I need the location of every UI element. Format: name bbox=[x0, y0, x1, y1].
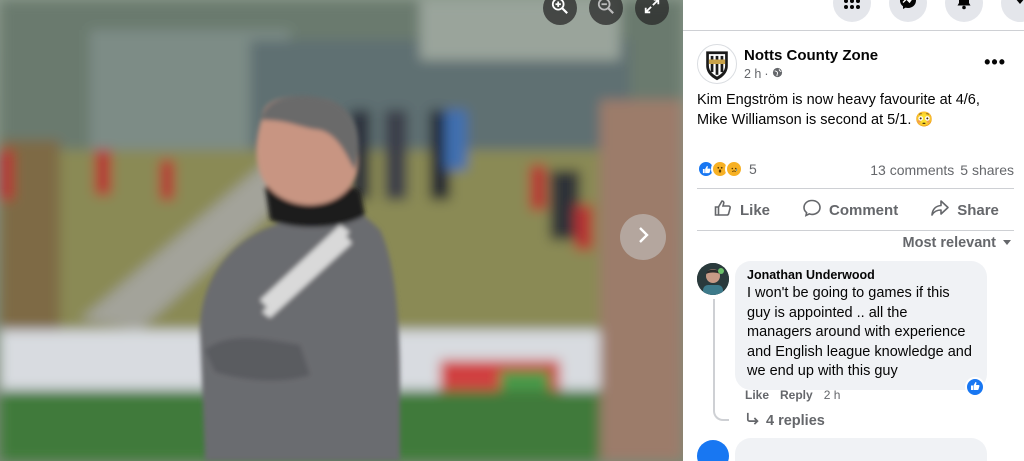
meta-separator: · bbox=[764, 67, 769, 81]
page-name[interactable]: Notts County Zone bbox=[744, 47, 878, 64]
comment-actions: Like Reply 2 h bbox=[745, 388, 840, 402]
post-meta: 2 h · bbox=[744, 67, 783, 81]
sort-label: Most relevant bbox=[902, 235, 996, 251]
share-button[interactable]: Share bbox=[914, 196, 1015, 224]
share-arrow-icon bbox=[930, 198, 950, 222]
comment-label: Comment bbox=[829, 201, 899, 219]
comment-text: I won't be going to games if this guy is… bbox=[747, 285, 972, 379]
like-reaction-icon bbox=[970, 378, 980, 396]
account-button[interactable] bbox=[1001, 0, 1024, 22]
reaction-count[interactable]: 5 bbox=[749, 161, 757, 177]
next-photo-button[interactable] bbox=[620, 214, 666, 260]
notifications-icon bbox=[955, 0, 973, 15]
comment-like-badge[interactable] bbox=[965, 377, 985, 397]
post-time[interactable]: 2 h bbox=[744, 67, 761, 81]
comment-time[interactable]: 2 h bbox=[824, 388, 841, 402]
stats-divider bbox=[697, 188, 1014, 189]
commenter-avatar[interactable] bbox=[697, 263, 729, 295]
shares-count[interactable]: 5 shares bbox=[960, 162, 1014, 178]
post-actions: Like Comment Share bbox=[697, 196, 1014, 224]
like-label: Like bbox=[740, 201, 771, 219]
share-label: Share bbox=[957, 201, 999, 219]
like-button[interactable]: Like bbox=[697, 196, 786, 224]
top-navigation bbox=[833, 0, 1024, 22]
account-caret-icon bbox=[1011, 0, 1024, 15]
chevron-right-icon bbox=[633, 225, 653, 250]
reply-arrow-icon bbox=[745, 411, 760, 430]
post-options-button[interactable]: ••• bbox=[984, 52, 1006, 73]
commenter-avatar[interactable] bbox=[697, 440, 729, 461]
fullscreen-icon bbox=[643, 0, 661, 20]
comment-like-link[interactable]: Like bbox=[745, 388, 769, 402]
comment-bubble: Jonathan Underwood I won't be going to g… bbox=[735, 261, 987, 390]
menu-grid-icon bbox=[843, 0, 861, 15]
comment-button[interactable]: Comment bbox=[786, 196, 914, 224]
actions-divider bbox=[697, 230, 1014, 231]
comment-sort-dropdown[interactable]: Most relevant bbox=[903, 235, 1012, 251]
comment-reply-link[interactable]: Reply bbox=[780, 388, 813, 402]
post-photo bbox=[0, 0, 683, 461]
post-stats: 5 13 comments 5 shares bbox=[697, 160, 1014, 182]
reply-thread-line bbox=[713, 299, 729, 421]
zoom-out-icon bbox=[597, 0, 615, 20]
replies-count: 4 replies bbox=[766, 412, 825, 429]
comment-author[interactable]: Jonathan Underwood bbox=[747, 268, 975, 282]
notifications-button[interactable] bbox=[945, 0, 983, 22]
page-avatar[interactable] bbox=[697, 44, 737, 84]
post-header: Notts County Zone 2 h · ••• bbox=[697, 44, 1012, 88]
view-replies-link[interactable]: 4 replies bbox=[745, 411, 825, 430]
caret-down-icon bbox=[1002, 235, 1012, 251]
reactions-summary[interactable]: 5 bbox=[697, 160, 757, 178]
more-options-icon: ••• bbox=[984, 52, 1006, 72]
messenger-button[interactable] bbox=[889, 0, 927, 22]
post-text: Kim Engström is now heavy favourite at 4… bbox=[697, 92, 980, 128]
post-panel: Notts County Zone 2 h · ••• Kim Engström… bbox=[683, 0, 1024, 461]
comments-count[interactable]: 13 comments bbox=[870, 162, 954, 178]
comment-bubble bbox=[735, 438, 987, 461]
thumbs-up-icon bbox=[713, 198, 733, 222]
menu-button[interactable] bbox=[833, 0, 871, 22]
header-divider bbox=[683, 30, 1024, 31]
messenger-icon bbox=[899, 0, 917, 15]
comment-bubble-icon bbox=[802, 198, 822, 222]
photo-viewer bbox=[0, 0, 683, 461]
zoom-in-icon bbox=[551, 0, 569, 20]
globe-icon bbox=[772, 67, 783, 81]
sad-reaction-icon bbox=[725, 160, 743, 178]
engagement-counts: 13 comments 5 shares bbox=[870, 162, 1014, 178]
